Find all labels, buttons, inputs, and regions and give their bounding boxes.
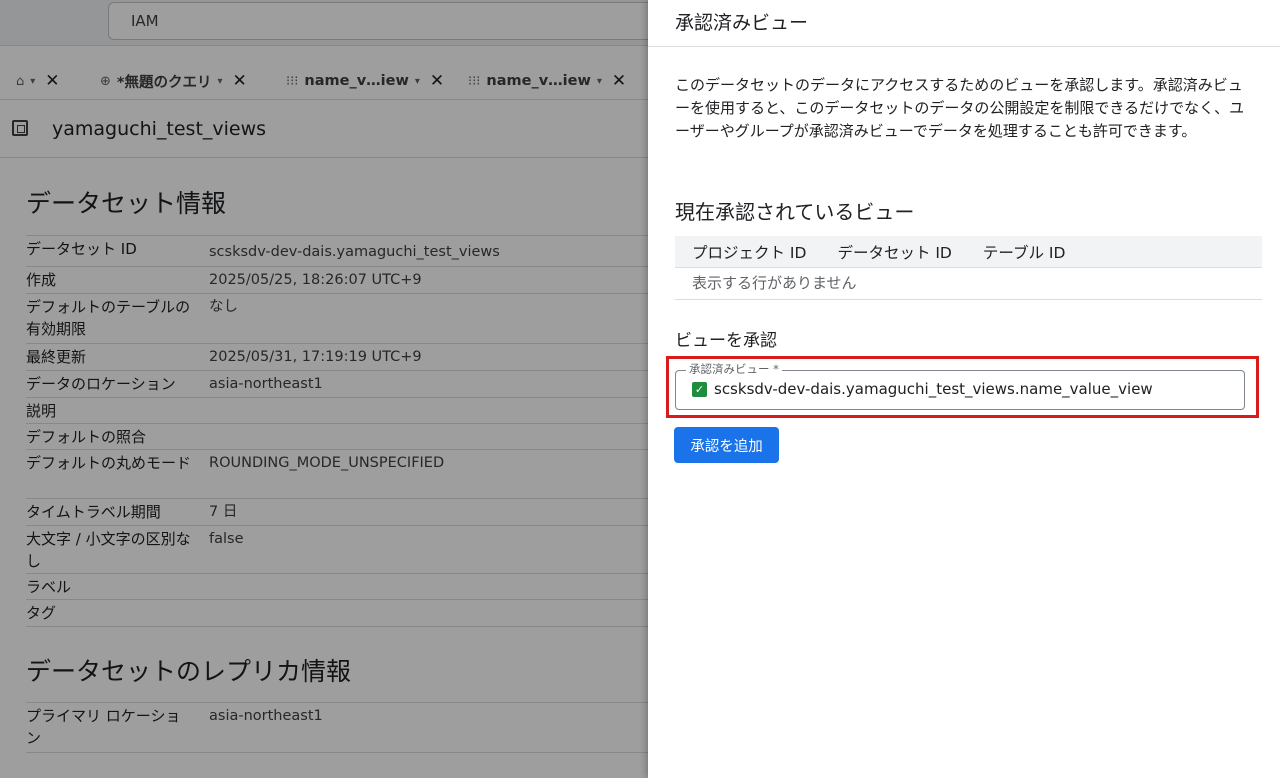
authorize-view-title: ビューを承認 [675,331,777,351]
authorized-views-table: プロジェクト ID データセット ID テーブル ID 表示する行がありません [675,236,1262,300]
selected-view-value: scsksdv-dev-dais.yamaguchi_test_views.na… [714,380,1153,398]
panel-description: このデータセットのデータにアクセスするためのビューを承認します。承認済みビューを… [675,76,1245,140]
column-header-project-id[interactable]: プロジェクト ID [675,241,820,263]
table-header: プロジェクト ID データセット ID テーブル ID [675,236,1262,268]
field-label: 承認済みビュー * [686,362,782,376]
column-header-table-id[interactable]: テーブル ID [966,241,1080,263]
authorized-view-select[interactable]: 承認済みビュー * ✓ scsksdv-dev-dais.yamaguchi_t… [675,362,1245,410]
column-header-dataset-id[interactable]: データセット ID [820,241,965,263]
current-views-title: 現在承認されているビュー [675,200,915,224]
panel-title: 承認済みビュー [675,12,809,34]
add-authorization-button[interactable]: 承認を追加 [674,427,779,463]
authorized-views-panel: 承認済みビュー このデータセットのデータにアクセスするためのビューを承認します。… [648,0,1280,778]
empty-table-message: 表示する行がありません [675,268,1262,300]
divider [648,46,1280,47]
check-icon: ✓ [692,382,707,397]
modal-scrim[interactable] [0,0,648,778]
